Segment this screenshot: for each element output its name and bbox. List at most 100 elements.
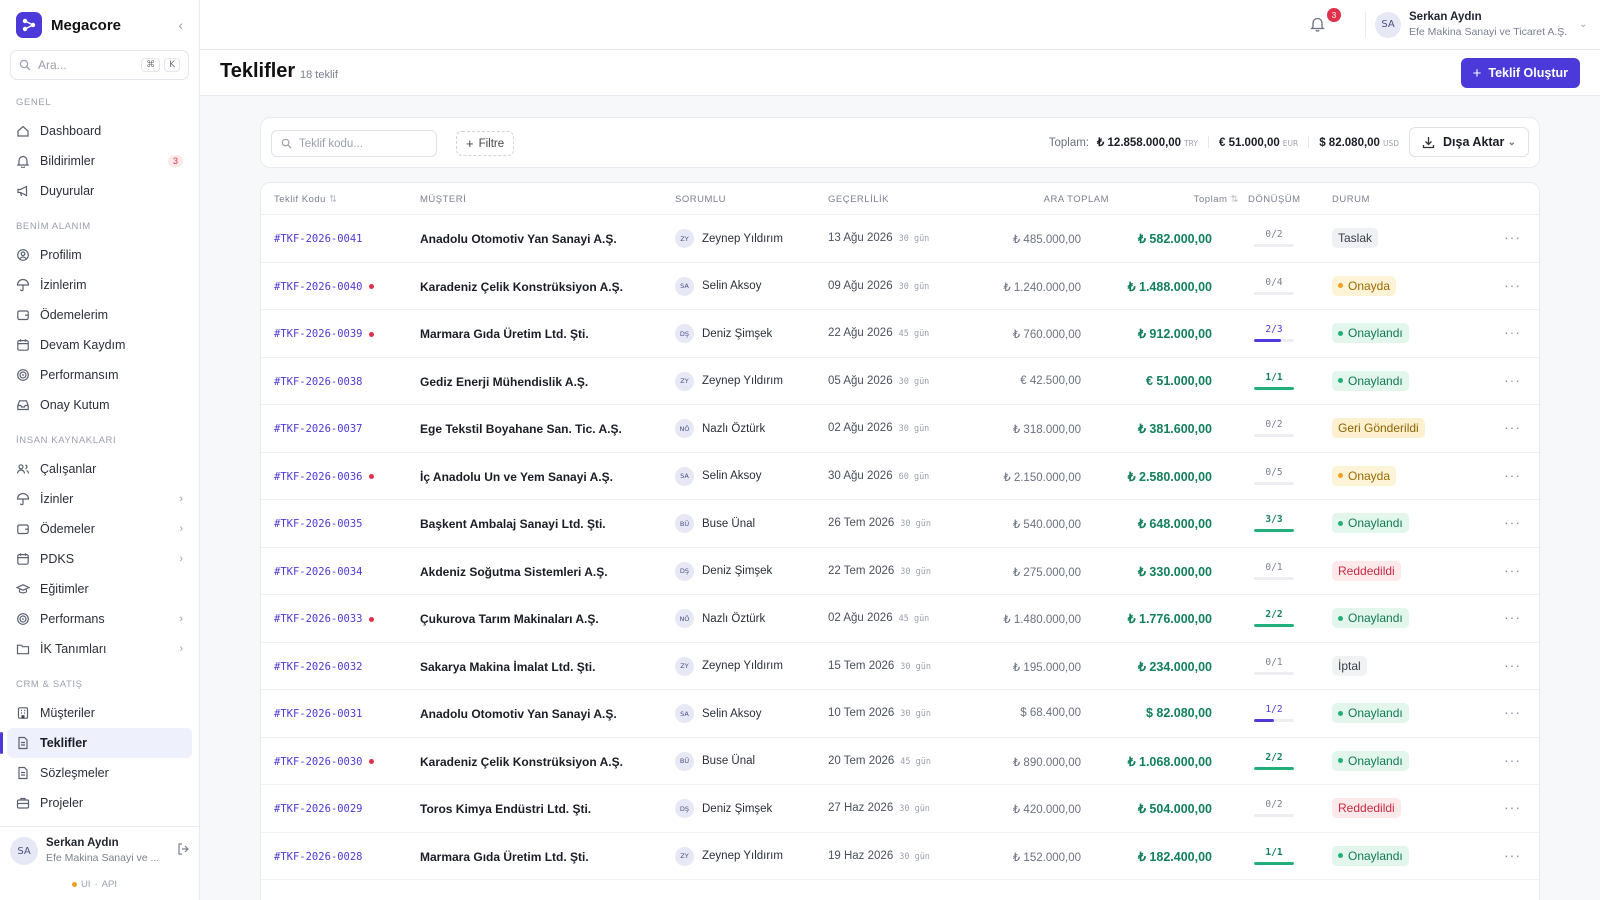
col-total[interactable]: Toplam ⇅ — [1194, 194, 1239, 205]
sidebar-item-sözleşmeler[interactable]: Sözleşmeler — [0, 758, 199, 788]
total: $ 82.080,00 — [1145, 706, 1212, 720]
table-row[interactable]: #TKF-2026-0029 Toros Kimya Endüstri Ltd.… — [261, 785, 1539, 833]
offer-code-link[interactable]: #TKF-2026-0039 — [274, 328, 374, 340]
customer-name: Karadeniz Çelik Konstrüksiyon A.Ş. — [420, 279, 623, 294]
validity: 02 Ağu 2026 45 gün — [828, 612, 929, 624]
row-actions-icon[interactable]: ··· — [1504, 847, 1521, 863]
row-actions-icon[interactable]: ··· — [1504, 752, 1521, 768]
sidebar-item-devam-kaydım[interactable]: Devam Kaydım — [0, 330, 199, 360]
row-actions-icon[interactable]: ··· — [1504, 229, 1521, 245]
owner: SA Selin Aksoy — [675, 276, 761, 296]
sidebar-item-performansım[interactable]: Performansım — [0, 360, 199, 390]
status-dot — [1338, 473, 1343, 478]
table-row[interactable]: #TKF-2026-0033 Çukurova Tarım Makinaları… — [261, 595, 1539, 643]
sidebar-item-ödemeler[interactable]: Ödemeler › — [0, 514, 199, 544]
offer-code-search-input[interactable]: Teklif kodu... — [271, 130, 437, 157]
conversion-ratio: 0/2 — [1265, 419, 1283, 430]
offer-code-link[interactable]: #TKF-2026-0038 — [274, 376, 363, 388]
offer-code-link[interactable]: #TKF-2026-0031 — [274, 708, 363, 720]
row-actions-icon[interactable]: ··· — [1504, 467, 1521, 483]
sidebar-item-performans[interactable]: Performans › — [0, 604, 199, 634]
offer-code-link[interactable]: #TKF-2026-0036 — [274, 471, 374, 483]
sidebar-item-müşteriler[interactable]: Müşteriler — [0, 698, 199, 728]
sidebar-item-eğitimler[interactable]: Eğitimler — [0, 574, 199, 604]
row-actions-icon[interactable]: ··· — [1504, 609, 1521, 625]
table-row[interactable]: #TKF-2026-0034 Akdeniz Soğutma Sistemler… — [261, 548, 1539, 595]
notifications-bell-icon[interactable] — [1310, 16, 1325, 35]
row-actions-icon[interactable]: ··· — [1504, 704, 1521, 720]
subtotal: ₺ 760.000,00 — [1012, 329, 1081, 341]
validity-date: 26 Tem 2026 — [828, 517, 895, 529]
conversion-bar-fill — [1254, 766, 1294, 770]
offer-code-link[interactable]: #TKF-2026-0034 — [274, 566, 363, 578]
table-row[interactable]: #TKF-2026-0028 Marmara Gıda Üretim Ltd. … — [261, 833, 1539, 880]
offer-code-link[interactable]: #TKF-2026-0028 — [274, 851, 363, 863]
offer-code-link[interactable]: #TKF-2026-0033 — [274, 613, 374, 625]
sidebar-item-teklifler[interactable]: Teklifler — [0, 728, 192, 758]
offer-code-link[interactable]: #TKF-2026-0041 — [274, 233, 363, 245]
offer-code-link[interactable]: #TKF-2026-0030 — [274, 756, 374, 768]
logout-icon[interactable] — [177, 843, 189, 890]
offer-code: #TKF-2026-0028 — [274, 850, 363, 863]
offer-code-link[interactable]: #TKF-2026-0032 — [274, 661, 363, 673]
global-search-input[interactable]: Ara... ⌘ K — [10, 50, 189, 80]
row-actions-icon[interactable]: ··· — [1504, 324, 1521, 340]
table-row[interactable]: #TKF-2026-0038 Gediz Enerji Mühendislik … — [261, 358, 1539, 405]
sidebar-item-duyurular[interactable]: Duyurular — [0, 176, 199, 206]
table-row[interactable]: #TKF-2026-0031 Anadolu Otomotiv Yan Sana… — [261, 690, 1539, 738]
avatar: SA — [10, 837, 38, 865]
sidebar-user[interactable]: SA Serkan Aydın Efe Makina Sanayi ve ...… — [0, 826, 199, 900]
status-label: Onaylandı — [1348, 848, 1403, 863]
table-header: Teklif Kodu ⇅ MÜŞTERİ SORUMLU GEÇERLİLİK… — [261, 183, 1539, 215]
sidebar-item-i-k-tanımları[interactable]: İK Tanımları › — [0, 634, 199, 664]
sidebar-section-label: İNSAN KAYNAKLARI — [16, 435, 117, 446]
sidebar-item-bildirimler[interactable]: Bildirimler 3 — [0, 146, 199, 176]
table-row[interactable]: #TKF-2026-0035 Başkent Ambalaj Sanayi Lt… — [261, 500, 1539, 548]
sidebar-item-projeler[interactable]: Projeler — [0, 788, 199, 818]
table-row[interactable]: #TKF-2026-0030 Karadeniz Çelik Konstrüks… — [261, 738, 1539, 785]
row-actions-icon[interactable]: ··· — [1504, 799, 1521, 815]
owner-name: Zeynep Yıldırım — [702, 850, 783, 862]
table-row[interactable]: #TKF-2026-0040 Karadeniz Çelik Konstrüks… — [261, 263, 1539, 310]
user-name: Serkan Aydın — [1409, 11, 1482, 23]
row-actions-icon[interactable]: ··· — [1504, 419, 1521, 435]
offer-code-link[interactable]: #TKF-2026-0037 — [274, 423, 363, 435]
conversion: 3/3 — [1254, 514, 1294, 532]
offer-code: #TKF-2026-0040 — [274, 280, 363, 293]
avatar: SA — [1375, 11, 1401, 38]
row-actions-icon[interactable]: ··· — [1504, 514, 1521, 530]
export-button[interactable]: Dışa Aktar ⌄ — [1409, 127, 1529, 157]
sidebar-item-label: Müşteriler — [40, 706, 95, 720]
sidebar-item-ödemelerim[interactable]: Ödemelerim — [0, 300, 199, 330]
table-row[interactable]: #TKF-2026-0036 İç Anadolu Un ve Yem Sana… — [261, 453, 1539, 500]
sidebar-item-pdks[interactable]: PDKS › — [0, 544, 199, 574]
user-menu[interactable]: SA Serkan Aydın Efe Makina Sanayi ve Tic… — [1375, 11, 1588, 38]
conversion-ratio: 0/1 — [1265, 656, 1283, 668]
col-code[interactable]: Teklif Kodu ⇅ — [274, 194, 338, 205]
table-row[interactable]: #TKF-2026-0032 Sakarya Makina İmalat Ltd… — [261, 643, 1539, 690]
row-actions-icon[interactable]: ··· — [1504, 562, 1521, 578]
row-actions-icon[interactable]: ··· — [1504, 372, 1521, 388]
separator-dot: · — [94, 879, 98, 890]
create-offer-button[interactable]: + Teklif Oluştur — [1460, 58, 1580, 88]
table-row[interactable]: #TKF-2026-0041 Anadolu Otomotiv Yan Sana… — [261, 215, 1539, 263]
row-actions-icon[interactable]: ··· — [1504, 277, 1521, 293]
sidebar-item-profilim[interactable]: Profilim — [0, 240, 199, 270]
offer-code-link[interactable]: #TKF-2026-0035 — [274, 518, 363, 530]
sidebar-item-i-zinlerim[interactable]: İzinlerim — [0, 270, 199, 300]
conversion-ratio: 0/2 — [1265, 799, 1283, 810]
table-row[interactable]: #TKF-2026-0037 Ege Tekstil Boyahane San.… — [261, 405, 1539, 453]
offer-code-link[interactable]: #TKF-2026-0040 — [274, 281, 374, 293]
collapse-sidebar-icon[interactable]: ‹ — [178, 17, 183, 33]
sidebar-item-çalışanlar[interactable]: Çalışanlar — [0, 454, 199, 484]
offer-code-link[interactable]: #TKF-2026-0029 — [274, 803, 363, 815]
offer-code: #TKF-2026-0036 — [274, 470, 363, 483]
sidebar-item-onay-kutum[interactable]: Onay Kutum — [0, 390, 199, 420]
table-row[interactable]: #TKF-2026-0039 Marmara Gıda Üretim Ltd. … — [261, 310, 1539, 358]
sidebar-item-dashboard[interactable]: Dashboard — [0, 116, 199, 146]
status-badge: Onaylandı — [1332, 608, 1409, 628]
sidebar-item-i-zinler[interactable]: İzinler › — [0, 484, 199, 514]
alert-dot — [368, 616, 374, 622]
row-actions-icon[interactable]: ··· — [1504, 657, 1521, 673]
filter-button[interactable]: + Filtre — [456, 131, 515, 156]
